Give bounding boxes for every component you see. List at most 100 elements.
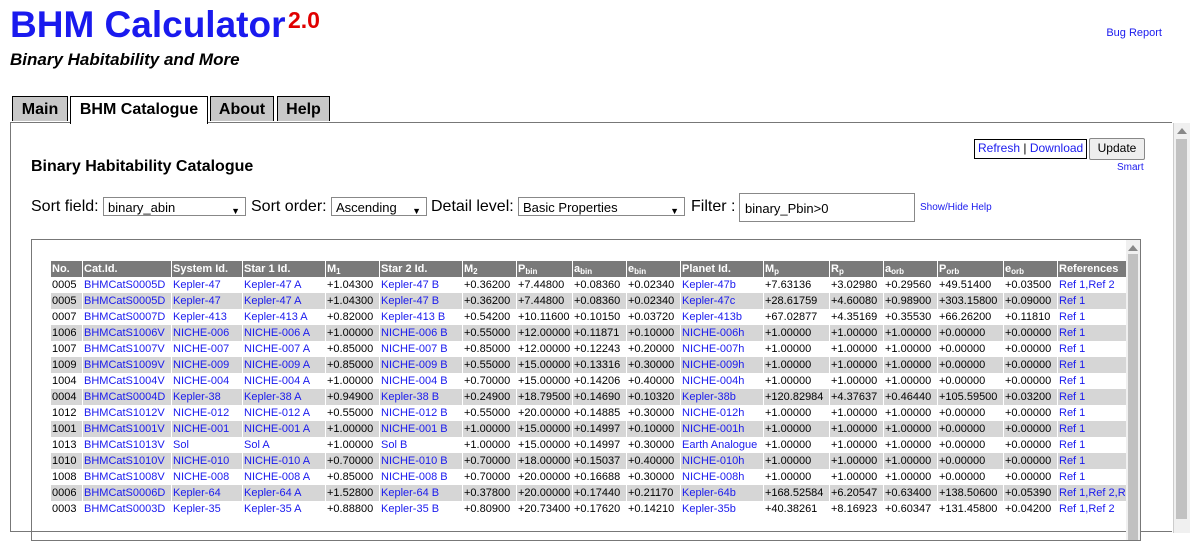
smart-link[interactable]: Smart	[1117, 162, 1144, 173]
table-link-cell[interactable]: NICHE-010 A	[242, 453, 326, 469]
table-link-cell[interactable]: NICHE-007	[171, 341, 243, 357]
table-link-cell[interactable]: BHMCatS1001V	[82, 421, 172, 437]
table-link-cell[interactable]: BHMCatS0005D	[82, 293, 172, 309]
column-header[interactable]: eorb	[1003, 261, 1058, 277]
table-link-cell[interactable]: BHMCatS1010V	[82, 453, 172, 469]
table-link-cell[interactable]: NICHE-007h	[680, 341, 764, 357]
table-link-cell[interactable]: Kepler-47 B	[379, 293, 463, 309]
column-header[interactable]: Mp	[763, 261, 830, 277]
table-link-cell[interactable]: NICHE-012h	[680, 405, 764, 421]
table-link-cell[interactable]: NICHE-006 B	[379, 325, 463, 341]
table-link-cell[interactable]: Kepler-64	[171, 485, 243, 501]
table-scroll-thumb[interactable]	[1128, 254, 1138, 540]
table-link-cell[interactable]: BHMCatS1007V	[82, 341, 172, 357]
table-link-cell[interactable]: NICHE-004 A	[242, 373, 326, 389]
column-header[interactable]: ebin	[626, 261, 681, 277]
column-header[interactable]: System Id.	[171, 261, 243, 277]
column-header[interactable]: M1	[325, 261, 380, 277]
table-link-cell[interactable]: NICHE-008 B	[379, 469, 463, 485]
refresh-link[interactable]: Refresh	[978, 141, 1020, 155]
table-link-cell[interactable]: Sol A	[242, 437, 326, 453]
table-link-cell[interactable]: Kepler-47c	[680, 293, 764, 309]
table-link-cell[interactable]: NICHE-008h	[680, 469, 764, 485]
table-link-cell[interactable]: NICHE-006 A	[242, 325, 326, 341]
table-link-cell[interactable]: Kepler-47	[171, 277, 243, 293]
table-link-cell[interactable]: BHMCatS1006V	[82, 325, 172, 341]
page-scrollbar[interactable]	[1173, 123, 1190, 533]
table-link-cell[interactable]: Kepler-35 B	[379, 501, 463, 517]
table-link-cell[interactable]: BHMCatS0006D	[82, 485, 172, 501]
table-link-cell[interactable]: BHMCatS0003D	[82, 501, 172, 517]
table-link-cell[interactable]: Kepler-35b	[680, 501, 764, 517]
table-link-cell[interactable]: Kepler-38 A	[242, 389, 326, 405]
column-header[interactable]: Pbin	[516, 261, 573, 277]
table-link-cell[interactable]: NICHE-008 A	[242, 469, 326, 485]
column-header[interactable]: aorb	[883, 261, 938, 277]
detail-level-select[interactable]: Basic Properties ▼	[518, 197, 685, 216]
table-link-cell[interactable]: Kepler-47 A	[242, 277, 326, 293]
page-scroll-thumb[interactable]	[1176, 139, 1187, 519]
table-link-cell[interactable]: NICHE-010 B	[379, 453, 463, 469]
table-link-cell[interactable]: BHMCatS1012V	[82, 405, 172, 421]
column-header[interactable]: Planet Id.	[680, 261, 764, 277]
tab-help[interactable]: Help	[277, 96, 330, 121]
table-link-cell[interactable]: NICHE-004	[171, 373, 243, 389]
table-link-cell[interactable]: Kepler-64 A	[242, 485, 326, 501]
table-link-cell[interactable]: Kepler-38b	[680, 389, 764, 405]
table-link-cell[interactable]: NICHE-006h	[680, 325, 764, 341]
table-link-cell[interactable]: Kepler-47 A	[242, 293, 326, 309]
table-link-cell[interactable]: NICHE-009h	[680, 357, 764, 373]
table-link-cell[interactable]: Kepler-35 A	[242, 501, 326, 517]
update-button[interactable]: Update	[1089, 138, 1145, 160]
table-link-cell[interactable]: BHMCatS1013V	[82, 437, 172, 453]
table-link-cell[interactable]: Sol	[171, 437, 243, 453]
column-header[interactable]: M2	[462, 261, 517, 277]
bug-report-link[interactable]: Bug Report	[1106, 27, 1162, 39]
tab-bhm-catalogue[interactable]: BHM Catalogue	[70, 96, 208, 124]
column-header[interactable]: Star 1 Id.	[242, 261, 326, 277]
table-link-cell[interactable]: Kepler-47 B	[379, 277, 463, 293]
column-header[interactable]: abin	[572, 261, 627, 277]
table-link-cell[interactable]: Sol B	[379, 437, 463, 453]
table-link-cell[interactable]: NICHE-001 B	[379, 421, 463, 437]
sort-order-select[interactable]: Ascending ▼	[331, 197, 427, 216]
table-link-cell[interactable]: NICHE-006	[171, 325, 243, 341]
table-link-cell[interactable]: Kepler-64 B	[379, 485, 463, 501]
scroll-up-icon[interactable]	[1128, 245, 1138, 251]
tab-about[interactable]: About	[210, 96, 274, 121]
table-link-cell[interactable]: Kepler-413	[171, 309, 243, 325]
table-link-cell[interactable]: NICHE-004 B	[379, 373, 463, 389]
table-link-cell[interactable]: BHMCatS0005D	[82, 277, 172, 293]
table-link-cell[interactable]: Earth Analogue	[680, 437, 764, 453]
table-link-cell[interactable]: NICHE-012	[171, 405, 243, 421]
table-link-cell[interactable]: NICHE-010	[171, 453, 243, 469]
show-hide-help-link[interactable]: Show/Hide Help	[920, 202, 992, 213]
scroll-up-icon[interactable]	[1177, 128, 1187, 134]
table-link-cell[interactable]: NICHE-012 B	[379, 405, 463, 421]
table-link-cell[interactable]: NICHE-012 A	[242, 405, 326, 421]
table-link-cell[interactable]: NICHE-001h	[680, 421, 764, 437]
table-link-cell[interactable]: NICHE-007 A	[242, 341, 326, 357]
table-link-cell[interactable]: BHMCatS1009V	[82, 357, 172, 373]
table-link-cell[interactable]: Kepler-35	[171, 501, 243, 517]
table-link-cell[interactable]: Kepler-47	[171, 293, 243, 309]
table-link-cell[interactable]: Kepler-413b	[680, 309, 764, 325]
table-link-cell[interactable]: Kepler-47b	[680, 277, 764, 293]
table-link-cell[interactable]: BHMCatS1008V	[82, 469, 172, 485]
column-header[interactable]: Rp	[829, 261, 884, 277]
table-link-cell[interactable]: Kepler-38	[171, 389, 243, 405]
table-link-cell[interactable]: BHMCatS0004D	[82, 389, 172, 405]
column-header[interactable]: Cat.Id.	[82, 261, 172, 277]
table-link-cell[interactable]: BHMCatS1004V	[82, 373, 172, 389]
download-link[interactable]: Download	[1030, 141, 1083, 155]
column-header[interactable]: Star 2 Id.	[379, 261, 463, 277]
table-link-cell[interactable]: Kepler-413 B	[379, 309, 463, 325]
table-link-cell[interactable]: Kepler-64b	[680, 485, 764, 501]
sort-field-select[interactable]: binary_abin ▼	[103, 197, 246, 216]
table-link-cell[interactable]: NICHE-008	[171, 469, 243, 485]
table-link-cell[interactable]: Kepler-38 B	[379, 389, 463, 405]
table-link-cell[interactable]: BHMCatS0007D	[82, 309, 172, 325]
table-link-cell[interactable]: NICHE-010h	[680, 453, 764, 469]
column-header[interactable]: Porb	[937, 261, 1004, 277]
table-link-cell[interactable]: NICHE-004h	[680, 373, 764, 389]
